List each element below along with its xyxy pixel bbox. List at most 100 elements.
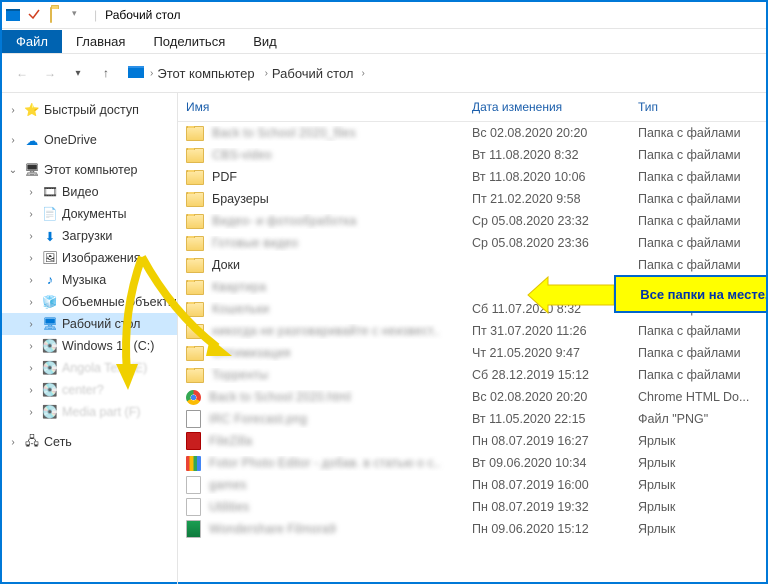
nav-back[interactable]: ← — [10, 61, 34, 85]
file-row[interactable]: Готовые видеоСр 05.08.2020 23:36Папка с … — [178, 232, 766, 254]
file-row[interactable]: Fotor Photo Editor - добав. в статью о с… — [178, 452, 766, 474]
file-date: Ср 05.08.2020 23:32 — [464, 214, 630, 228]
tree-drive-blur3[interactable]: ›💽Media part (F) — [2, 401, 177, 423]
folder-icon — [186, 236, 204, 251]
tab-home[interactable]: Главная — [62, 30, 139, 53]
tree-downloads[interactable]: ›⬇Загрузки — [2, 225, 177, 247]
nav-bar: ← → ▾ ↑ ›Этот компьютер ›Рабочий стол› — [2, 54, 766, 93]
file-type: Ярлык — [630, 522, 766, 536]
file-type: Ярлык — [630, 434, 766, 448]
tree-onedrive[interactable]: ›☁OneDrive — [2, 129, 177, 151]
nav-up[interactable]: ↑ — [94, 61, 118, 85]
file-name: CBS-video — [212, 148, 272, 162]
tree-c-drive[interactable]: ›💽Windows 10 (C:) — [2, 335, 177, 357]
tree-music[interactable]: ›♪Музыка — [2, 269, 177, 291]
file-type: Папка с файлами — [630, 214, 766, 228]
file-type: Папка с файлами — [630, 258, 766, 272]
breadcrumb-seg-2[interactable]: ›Рабочий стол› — [261, 64, 369, 83]
file-row[interactable]: UtilitiesПн 08.07.2019 19:32Ярлык — [178, 496, 766, 518]
tab-file[interactable]: Файл — [2, 30, 62, 53]
file-date: Пн 09.06.2020 15:12 — [464, 522, 630, 536]
file-name: Fotor Photo Editor - добав. в статью о с… — [209, 456, 441, 470]
file-row[interactable]: gamesПн 08.07.2019 16:00Ярлык — [178, 474, 766, 496]
file-list: Имя Дата изменения Тип Back to School 20… — [178, 93, 766, 584]
tree-video[interactable]: ›🎞Видео — [2, 181, 177, 203]
file-row[interactable]: ДокиПапка с файлами — [178, 254, 766, 276]
file-date: Вт 11.08.2020 10:06 — [464, 170, 630, 184]
file-row[interactable]: CBS-videoВт 11.08.2020 8:32Папка с файла… — [178, 144, 766, 166]
tab-share[interactable]: Поделиться — [139, 30, 239, 53]
tree-quick-access[interactable]: ›⭐Быстрый доступ — [2, 99, 177, 121]
file-date: Пн 08.07.2019 16:27 — [464, 434, 630, 448]
file-name: Готовые видео — [212, 236, 298, 250]
file-type: Папка с файлами — [630, 346, 766, 360]
file-type: Папка с файлами — [630, 126, 766, 140]
breadcrumb-seg-1[interactable]: ›Этот компьютер — [146, 64, 259, 83]
file-name: Торренты — [212, 368, 268, 382]
fz-icon — [186, 432, 201, 450]
tab-view[interactable]: Вид — [239, 30, 291, 53]
file-name: Оптимизация — [212, 346, 290, 360]
annotation-callout: Все папки на месте... — [614, 275, 766, 313]
breadcrumb-root-icon[interactable] — [128, 65, 144, 82]
file-row[interactable]: ОптимизацияЧт 21.05.2020 9:47Папка с фай… — [178, 342, 766, 364]
tree-3d-objects[interactable]: ›🧊Объемные объекты — [2, 291, 177, 313]
file-type: Файл "PNG" — [630, 412, 766, 426]
nav-recent[interactable]: ▾ — [66, 61, 90, 85]
qat-save-icon[interactable] — [28, 8, 42, 22]
file-row[interactable]: Back to School 2020_filesВс 02.08.2020 2… — [178, 122, 766, 144]
tree-documents[interactable]: ›📄Документы — [2, 203, 177, 225]
file-name: FileZilla — [209, 434, 252, 448]
qat-folder-icon[interactable] — [50, 8, 64, 22]
app-icon — [6, 8, 20, 22]
file-name: PDF — [212, 170, 237, 184]
file-date: Пт 21.02.2020 9:58 — [464, 192, 630, 206]
file-row[interactable]: ТоррентыСб 28.12.2019 15:12Папка с файла… — [178, 364, 766, 386]
documents-icon: 📄 — [42, 206, 58, 222]
file-name: Видео- и фотообработка — [212, 214, 356, 228]
music-icon: ♪ — [42, 272, 58, 288]
tree-pictures[interactable]: ›🖼Изображения — [2, 247, 177, 269]
file-date: Вс 02.08.2020 20:20 — [464, 390, 630, 404]
file-row[interactable]: IRC Forecast.pngВт 11.05.2020 22:15Файл … — [178, 408, 766, 430]
col-date[interactable]: Дата изменения — [464, 100, 630, 114]
file-row[interactable]: PDFВт 11.08.2020 10:06Папка с файлами — [178, 166, 766, 188]
cloud-icon: ☁ — [24, 132, 40, 148]
file-name: Back to School 2020.html — [209, 390, 351, 404]
file-row[interactable]: Wondershare Filmora9Пн 09.06.2020 15:12Я… — [178, 518, 766, 540]
folder-icon — [186, 258, 204, 273]
file-type: Ярлык — [630, 456, 766, 470]
file-row[interactable]: БраузерыПт 21.02.2020 9:58Папка с файлам… — [178, 188, 766, 210]
file-row[interactable]: Back to School 2020.html Вс 02.08.2020 20… — [178, 386, 766, 408]
file-row[interactable]: FileZilla Пн 08.07.2019 16:27Ярлык — [178, 430, 766, 452]
file-row[interactable]: никогда не разговаривайте с неизвест..Пт… — [178, 320, 766, 342]
tree-this-pc[interactable]: ⌄🖥Этот компьютер — [2, 159, 177, 181]
folder-icon — [186, 302, 204, 317]
file-date: Пн 08.07.2019 19:32 — [464, 500, 630, 514]
drive-icon: 💽 — [42, 404, 58, 420]
file-date: Вт 09.06.2020 10:34 — [464, 456, 630, 470]
drive-icon: 💽 — [42, 360, 58, 376]
file-name: Utilities — [209, 500, 249, 514]
file-type: Ярлык — [630, 478, 766, 492]
drive-icon: 💽 — [42, 338, 58, 354]
folder-icon — [186, 192, 204, 207]
file-name: Квартира — [212, 280, 266, 294]
nav-forward[interactable]: → — [38, 61, 62, 85]
tree-network[interactable]: ›🖧Сеть — [2, 431, 177, 453]
file-row[interactable]: Видео- и фотообработка Ср 05.08.2020 23:3… — [178, 210, 766, 232]
folder-icon — [186, 148, 204, 163]
file-name: Кошельки — [212, 302, 269, 316]
col-name[interactable]: Имя — [178, 100, 464, 114]
file-date: Ср 05.08.2020 23:36 — [464, 236, 630, 250]
png-icon — [186, 410, 201, 428]
tree-drive-blur1[interactable]: ›💽Angola Text (E) — [2, 357, 177, 379]
qat-dropdown-icon[interactable]: ▾ — [72, 8, 86, 22]
tree-drive-blur2[interactable]: ›💽center? — [2, 379, 177, 401]
tree-desktop[interactable]: ›🖥Рабочий стол — [2, 313, 177, 335]
col-type[interactable]: Тип — [630, 100, 766, 114]
wf-icon — [186, 520, 201, 538]
file-date: Сб 11.07.2020 8:32 — [464, 302, 630, 316]
file-date: Пн 08.07.2019 16:00 — [464, 478, 630, 492]
drive-icon: 💽 — [42, 382, 58, 398]
